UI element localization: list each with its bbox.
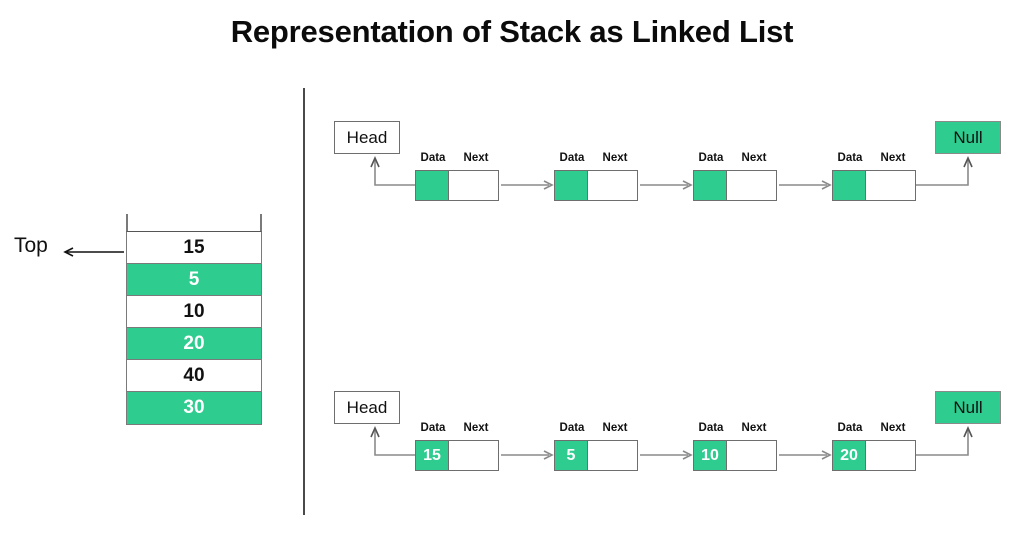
data-label: Data [559,152,585,164]
next-label: Next [463,152,489,164]
node-data-cell: 20 [833,441,866,470]
node-next-cell [866,171,915,200]
next-label: Next [741,152,767,164]
node-next-cell [588,171,637,200]
stack-cell: 10 [127,296,261,328]
data-label: Data [837,422,863,434]
node-link-arrow [640,449,694,461]
node-next-cell [727,441,776,470]
node-next-cell [449,441,498,470]
node-data-cell: 15 [416,441,449,470]
linked-list-bottom: Head Null Data Next 15 Data Next 5 Data … [0,380,1024,500]
head-box: Head [334,391,400,424]
next-label: Next [880,422,906,434]
node-data-cell [555,171,588,200]
data-label: Data [698,152,724,164]
next-label: Next [602,152,628,164]
node-link-arrow [501,449,555,461]
list-node [554,170,638,201]
next-label: Next [602,422,628,434]
left-arrow-icon [62,247,124,257]
stack-cell: 20 [127,328,261,360]
node-data-cell: 5 [555,441,588,470]
node-link-arrow [779,179,833,191]
list-node [415,170,499,201]
null-box: Null [935,121,1001,154]
node-labels: Data Next [693,422,777,438]
node-labels: Data Next [693,152,777,168]
node-next-cell [588,441,637,470]
node-link-arrow [640,179,694,191]
next-label: Next [463,422,489,434]
node-next-cell [866,441,915,470]
list-node [832,170,916,201]
node-labels: Data Next [415,422,499,438]
stack-cell: 5 [127,264,261,296]
node-link-arrow [779,449,833,461]
node-next-cell [449,171,498,200]
list-node: 15 [415,440,499,471]
node-data-cell [694,171,727,200]
node-labels: Data Next [554,152,638,168]
list-node [693,170,777,201]
list-node: 5 [554,440,638,471]
node-labels: Data Next [832,422,916,438]
page-title: Representation of Stack as Linked List [230,14,794,49]
node-labels: Data Next [554,422,638,438]
list-node: 10 [693,440,777,471]
node-link-arrow [501,179,555,191]
node-next-cell [727,171,776,200]
node-labels: Data Next [832,152,916,168]
null-connector-arrow [916,154,976,188]
linked-list-top: Head Null Data Next Data Next Data Next … [0,110,1024,230]
next-label: Next [880,152,906,164]
data-label: Data [420,152,446,164]
data-label: Data [837,152,863,164]
node-data-cell: 10 [694,441,727,470]
head-box: Head [334,121,400,154]
data-label: Data [420,422,446,434]
data-label: Data [559,422,585,434]
node-data-cell [833,171,866,200]
null-connector-arrow [916,424,976,458]
list-node: 20 [832,440,916,471]
stack-cell: 15 [127,232,261,264]
stack-top-label: Top [14,234,48,257]
null-box: Null [935,391,1001,424]
next-label: Next [741,422,767,434]
node-labels: Data Next [415,152,499,168]
data-label: Data [698,422,724,434]
node-data-cell [416,171,449,200]
